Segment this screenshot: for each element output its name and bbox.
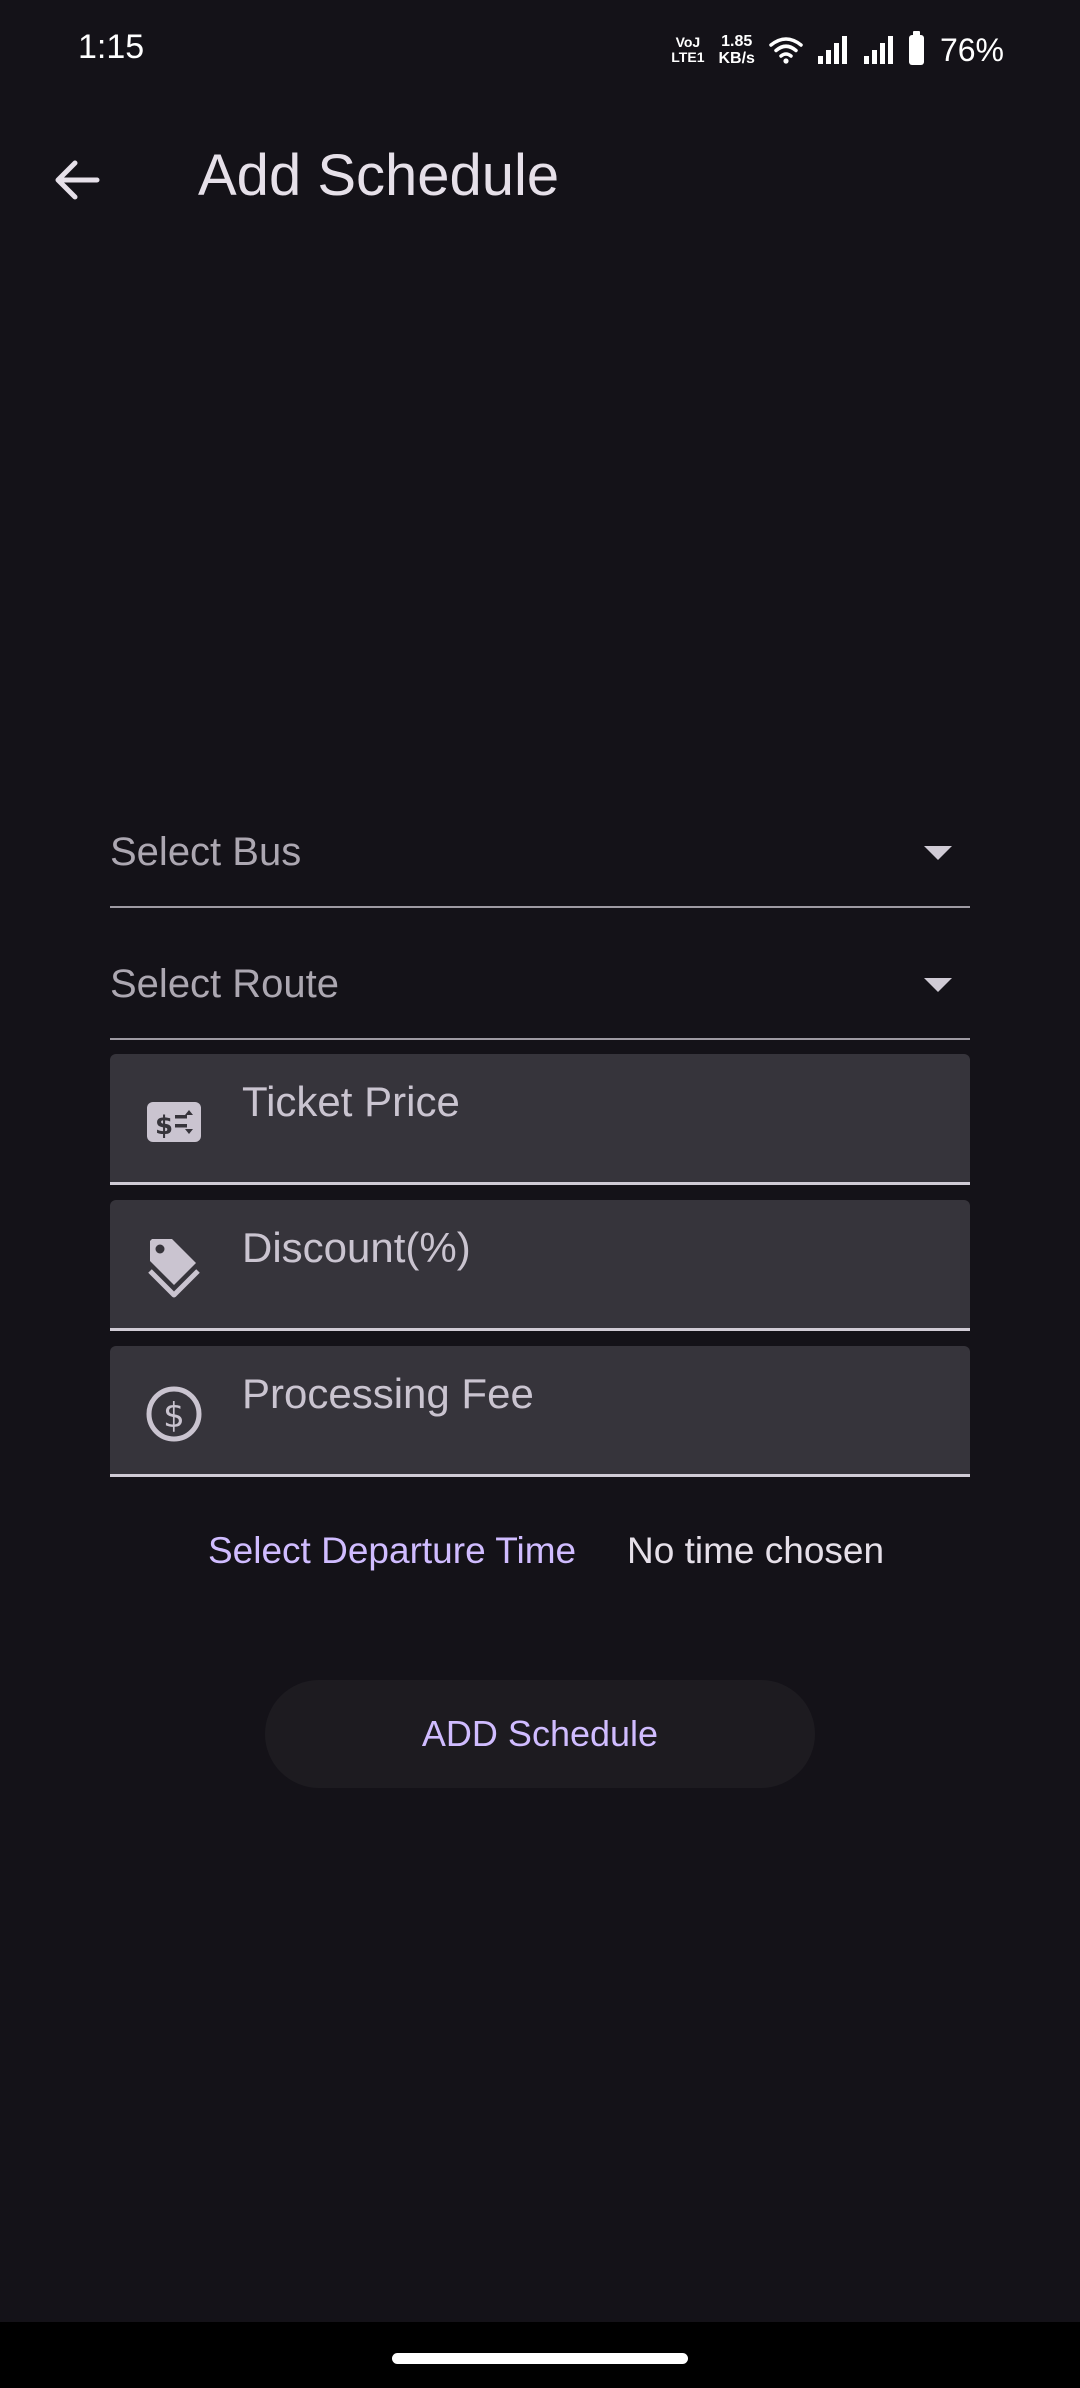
app-bar: Add Schedule (0, 100, 1080, 250)
processing-fee-field[interactable]: $ Processing Fee (110, 1346, 970, 1477)
status-time: 1:15 (78, 28, 145, 66)
departure-time-row: Select Departure Time No time chosen (0, 1530, 1080, 1590)
processing-fee-placeholder: Processing Fee (242, 1370, 534, 1417)
departure-time-value: No time chosen (627, 1530, 885, 1571)
add-schedule-button-label: ADD Schedule (421, 1713, 659, 1754)
back-button[interactable] (36, 140, 116, 220)
signal-icon (817, 36, 847, 64)
discount-tag-icon (144, 1238, 204, 1298)
add-schedule-screen: 1:15 VoJ LTE1 1.85 KB/s 76% Add Schedule… (0, 0, 1080, 2388)
home-gesture-handle[interactable] (392, 2353, 688, 2364)
ticket-price-placeholder: Ticket Price (242, 1078, 460, 1125)
dropdown-arrow-icon (924, 978, 952, 992)
volte-indicator: VoJ LTE1 (671, 34, 705, 65)
status-bar: 1:15 VoJ LTE1 1.85 KB/s 76% (0, 0, 1080, 100)
dropdown-arrow-icon (924, 846, 952, 860)
battery-icon (908, 31, 924, 65)
select-bus-label: Select Bus (110, 830, 302, 874)
dollar-circle-icon: $ (144, 1384, 204, 1444)
wifi-icon (769, 37, 803, 64)
battery-percent: 76% (939, 31, 1004, 68)
price-tag-icon: $ (144, 1092, 204, 1152)
page-title: Add Schedule (198, 143, 560, 208)
navigation-bar (0, 2322, 1080, 2388)
signal-icon (863, 36, 893, 64)
discount-placeholder: Discount(%) (242, 1224, 471, 1271)
arrow-left-icon (55, 160, 100, 200)
select-route-label: Select Route (110, 962, 340, 1006)
select-departure-time-button[interactable]: Select Departure Time (208, 1530, 576, 1572)
network-speed: 1.85 KB/s (718, 33, 755, 67)
select-bus-dropdown[interactable]: Select Bus (110, 800, 970, 908)
select-route-dropdown[interactable]: Select Route (110, 932, 970, 1040)
status-icons: VoJ LTE1 1.85 KB/s 76% (671, 26, 1004, 74)
ticket-price-field[interactable]: $ Ticket Price (110, 1054, 970, 1185)
add-schedule-button[interactable]: ADD Schedule (265, 1680, 815, 1788)
discount-field[interactable]: Discount(%) (110, 1200, 970, 1331)
svg-text:$: $ (155, 1111, 173, 1141)
svg-text:$: $ (163, 1396, 185, 1436)
